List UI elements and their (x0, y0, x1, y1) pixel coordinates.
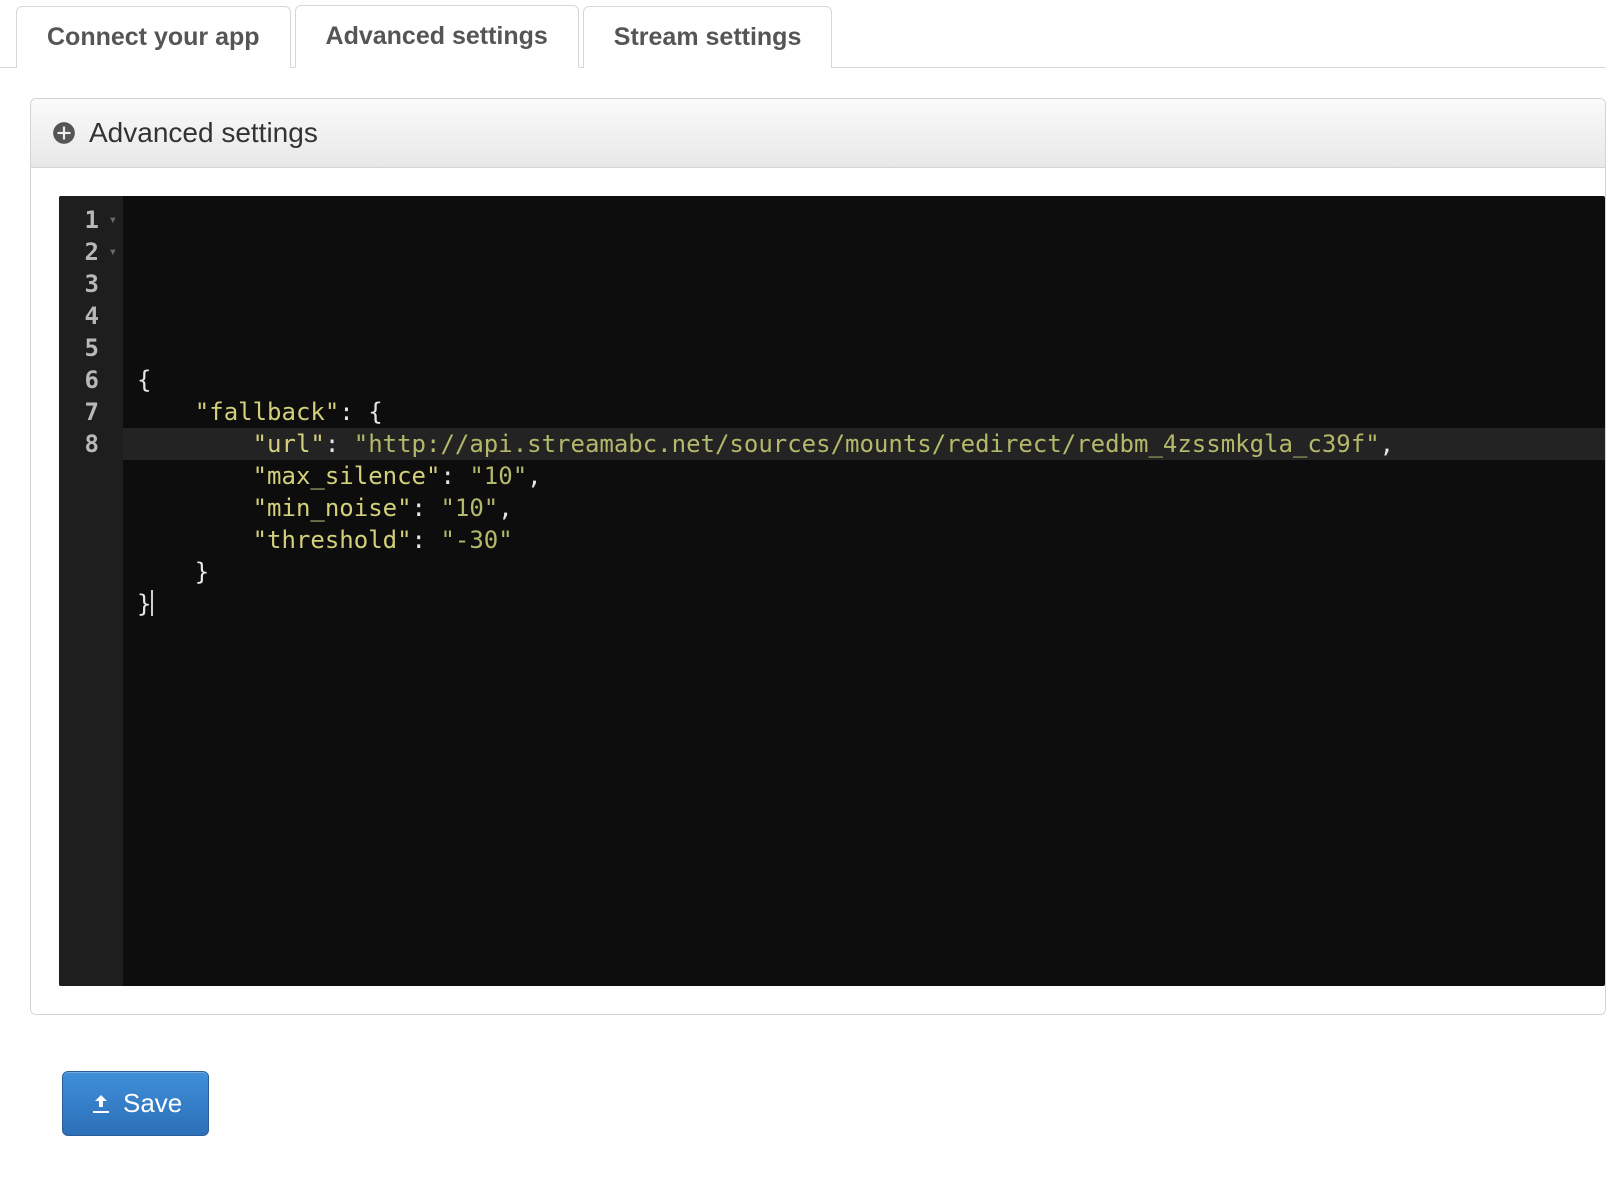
line-number: 5 (85, 332, 99, 364)
tab-label: Advanced settings (326, 22, 548, 50)
line-number: 6 (85, 364, 99, 396)
code-line: "url": "http://api.streamabc.net/sources… (137, 428, 1591, 460)
upload-icon (89, 1092, 113, 1116)
code-line: } (137, 588, 1591, 620)
line-number: 2 (85, 236, 99, 268)
save-button-label: Save (123, 1088, 182, 1119)
tabs-bar: Connect your app Advanced settings Strea… (0, 0, 1606, 68)
editor-gutter: 1▾ 2▾ 3 4 5 6 7 8 (59, 196, 123, 986)
code-line: "threshold": "-30" (137, 524, 1591, 556)
tab-connect-your-app[interactable]: Connect your app (16, 6, 291, 68)
tab-label: Connect your app (47, 23, 260, 51)
line-number: 4 (85, 300, 99, 332)
code-line: "min_noise": "10", (137, 492, 1591, 524)
fold-toggle-icon[interactable]: ▾ (105, 236, 117, 268)
tab-label: Stream settings (614, 23, 802, 51)
line-number: 8 (85, 428, 99, 460)
tab-stream-settings[interactable]: Stream settings (583, 6, 833, 68)
line-number: 1 (85, 204, 99, 236)
line-number: 3 (85, 268, 99, 300)
tab-advanced-settings[interactable]: Advanced settings (295, 5, 579, 68)
panel-header[interactable]: Advanced settings (31, 99, 1605, 168)
code-line: { (137, 364, 1591, 396)
editor-code-area[interactable]: { "fallback": { "url": "http://api.strea… (123, 196, 1605, 986)
fold-toggle-icon[interactable]: ▾ (105, 204, 117, 236)
plus-circle-icon (51, 120, 77, 146)
json-editor[interactable]: 1▾ 2▾ 3 4 5 6 7 8 { "fallback": { " (59, 196, 1605, 986)
code-line: } (137, 556, 1591, 588)
line-number: 7 (85, 396, 99, 428)
advanced-settings-panel: Advanced settings 1▾ 2▾ 3 4 5 6 7 8 (30, 98, 1606, 1015)
code-line: "fallback": { (137, 396, 1591, 428)
panel-title: Advanced settings (89, 117, 318, 149)
text-cursor (151, 590, 153, 616)
code-line: "max_silence": "10", (137, 460, 1591, 492)
save-button[interactable]: Save (62, 1071, 209, 1136)
